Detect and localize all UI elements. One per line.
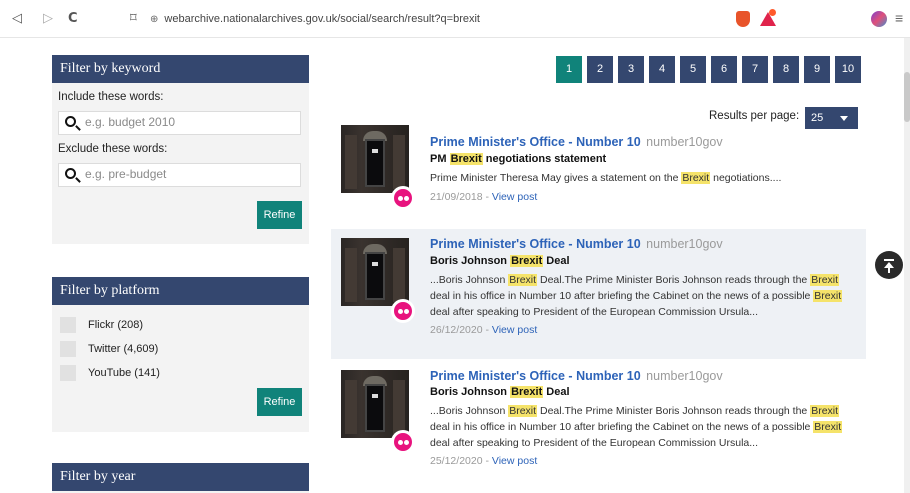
result-title[interactable]: Prime Minister's Office - Number 10 numb… [430, 369, 723, 383]
back-icon[interactable]: ◁ [12, 11, 22, 26]
flickr-icon [391, 186, 415, 210]
lock-icon: ⊕ [150, 14, 159, 25]
url-text: webarchive.nationalarchives.gov.uk/socia… [164, 13, 480, 25]
include-words-input[interactable] [85, 115, 285, 129]
scrollbar-thumb[interactable] [904, 72, 910, 122]
filter-keyword-title: Filter by keyword [52, 55, 309, 83]
view-post-link[interactable]: View post [492, 324, 537, 336]
result-date: 26/12/2020 [430, 324, 483, 336]
result-description: Prime Minister Theresa May gives a state… [430, 172, 782, 184]
result-thumbnail[interactable] [341, 238, 409, 306]
result-item: Prime Minister's Office - Number 10 numb… [331, 360, 866, 490]
search-icon [65, 116, 76, 127]
filter-platform-title: Filter by platform [52, 277, 309, 305]
brave-shield-icon[interactable] [736, 11, 750, 27]
result-date: 21/09/2018 [430, 191, 483, 203]
page-link-8[interactable]: 8 [773, 56, 799, 83]
profile-avatar-icon[interactable] [871, 11, 887, 27]
page-link-2[interactable]: 2 [587, 56, 613, 83]
menu-icon[interactable]: ≡ [895, 10, 903, 26]
result-title[interactable]: Prime Minister's Office - Number 10 numb… [430, 135, 723, 149]
result-meta: 25/12/2020 - View post [430, 455, 538, 467]
checkbox[interactable] [60, 365, 76, 381]
back-to-top-button[interactable] [875, 251, 903, 279]
exclude-words-field[interactable] [58, 163, 301, 187]
page-link-3[interactable]: 3 [618, 56, 644, 83]
filter-year-title: Filter by year [52, 463, 309, 491]
page-link-5[interactable]: 5 [680, 56, 706, 83]
result-description: ...Boris Johnson Brexit Deal.The Prime M… [430, 405, 843, 449]
checkbox[interactable] [60, 317, 76, 333]
result-item: Prime Minister's Office - Number 10 numb… [331, 229, 866, 359]
result-handle: number10gov [646, 369, 723, 383]
filter-keyword-panel: Filter by keyword Include these words: E… [52, 55, 309, 244]
notification-dot-icon [769, 9, 776, 16]
address-bar[interactable]: ⊕ webarchive.nationalarchives.gov.uk/soci… [150, 9, 890, 29]
view-post-link[interactable]: View post [492, 455, 537, 467]
filter-platform-panel: Filter by platform Flickr (208) Twitter … [52, 277, 309, 432]
page-link-10[interactable]: 10 [835, 56, 861, 83]
page-link-7[interactable]: 7 [742, 56, 768, 83]
result-headline: Boris Johnson Brexit Deal [430, 255, 570, 267]
bookmark-icon[interactable]: ⌑ [130, 11, 137, 26]
page-link-1[interactable]: 1 [556, 56, 582, 83]
search-icon [65, 168, 76, 179]
result-handle: number10gov [646, 135, 723, 149]
page-link-6[interactable]: 6 [711, 56, 737, 83]
view-post-link[interactable]: View post [492, 191, 537, 203]
result-date: 25/12/2020 [430, 455, 483, 467]
refine-platform-button[interactable]: Refine [257, 388, 302, 416]
result-description: ...Boris Johnson Brexit Deal.The Prime M… [430, 274, 843, 318]
platform-option-twitter[interactable]: Twitter (4,609) [60, 337, 309, 361]
result-title[interactable]: Prime Minister's Office - Number 10 numb… [430, 237, 723, 251]
flickr-icon [391, 299, 415, 323]
pagination: 1 2 3 4 5 6 7 8 9 10 [556, 56, 861, 83]
reload-icon[interactable]: C [68, 11, 78, 26]
result-thumbnail[interactable] [341, 370, 409, 438]
result-handle: number10gov [646, 237, 723, 251]
platform-option-youtube[interactable]: YouTube (141) [60, 361, 309, 385]
result-headline: PM Brexit negotiations statement [430, 153, 607, 165]
forward-icon[interactable]: ▷ [43, 11, 53, 26]
page-link-4[interactable]: 4 [649, 56, 675, 83]
result-meta: 26/12/2020 - View post [430, 324, 538, 336]
page-link-9[interactable]: 9 [804, 56, 830, 83]
result-item: Prime Minister's Office - Number 10 numb… [331, 118, 866, 228]
flickr-icon [391, 430, 415, 454]
include-words-field[interactable] [58, 111, 301, 135]
result-headline: Boris Johnson Brexit Deal [430, 386, 570, 398]
include-words-label: Include these words: [58, 91, 164, 103]
result-meta: 21/09/2018 - View post [430, 191, 538, 203]
checkbox[interactable] [60, 341, 76, 357]
browser-toolbar: ◁ ▷ C ⌑ ⊕ webarchive.nationalarchives.gov… [0, 0, 910, 38]
exclude-words-label: Exclude these words: [58, 143, 168, 155]
filter-year-panel: Filter by year [52, 463, 309, 493]
platform-option-flickr[interactable]: Flickr (208) [60, 313, 309, 337]
refine-keyword-button[interactable]: Refine [257, 201, 302, 229]
result-thumbnail[interactable] [341, 125, 409, 193]
exclude-words-input[interactable] [85, 167, 285, 181]
